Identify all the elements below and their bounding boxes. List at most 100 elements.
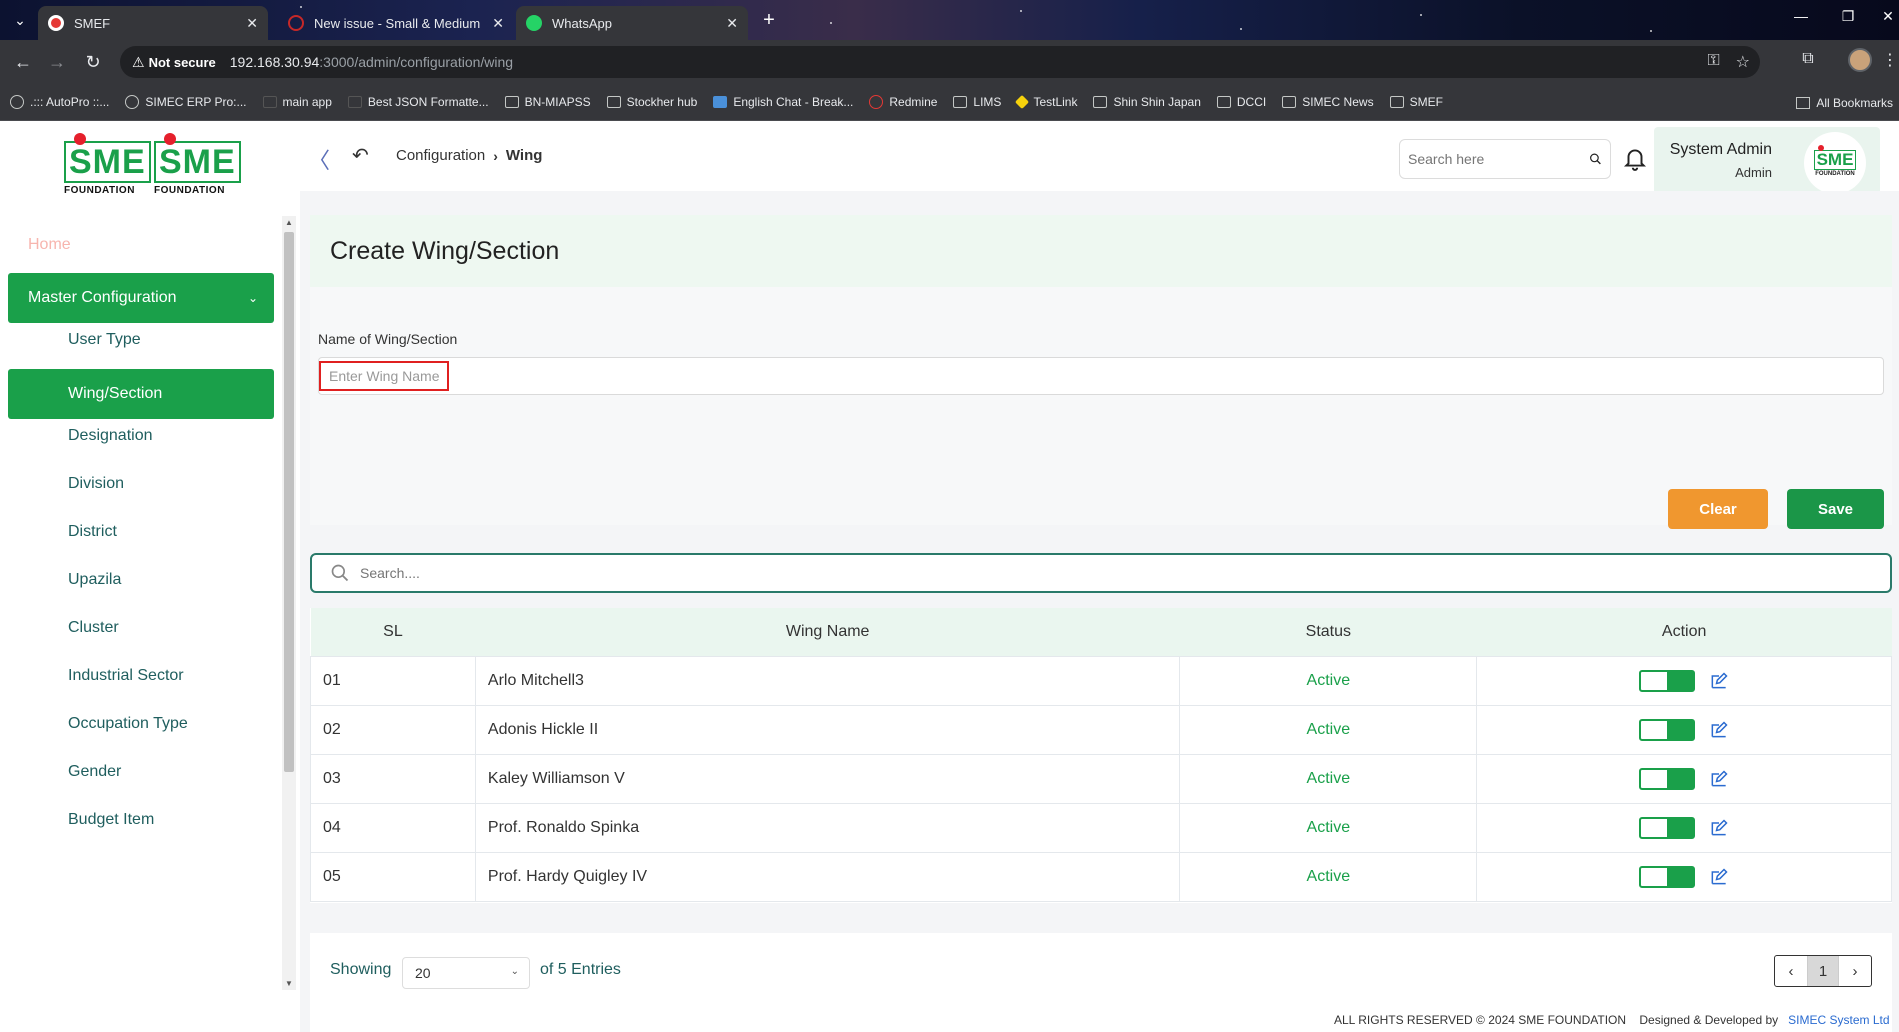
bookmark-folder[interactable]: SIMEC News (1282, 95, 1374, 109)
logo[interactable]: SME FOUNDATION SME FOUNDATION (0, 121, 300, 216)
close-tab-icon[interactable]: ✕ (246, 15, 258, 32)
restore-window-button[interactable]: ❐ (1833, 8, 1863, 25)
developer-link[interactable]: SIMEC System Ltd (1788, 1013, 1889, 1027)
reload-icon[interactable]: ↻ (80, 50, 106, 74)
tab-new-issue[interactable]: New issue - Small & Medium En ✕ (278, 6, 514, 40)
scroll-up-arrow-icon[interactable]: ▲ (285, 218, 293, 227)
breadcrumb-parent[interactable]: Configuration (396, 147, 485, 164)
sidebar-item-designation[interactable]: Designation (68, 427, 153, 445)
undo-back-icon[interactable]: ↶ (352, 143, 369, 168)
password-key-icon[interactable]: ⚿ (1707, 52, 1719, 72)
sidebar-item-division[interactable]: Division (68, 475, 124, 493)
table-search[interactable] (310, 553, 1892, 593)
tab-smef[interactable]: SMEF ✕ (38, 6, 268, 40)
bookmark-item[interactable]: .::: AutoPro ::... (10, 95, 109, 109)
tab-whatsapp[interactable]: WhatsApp ✕ (516, 6, 748, 40)
bookmark-item[interactable]: SIMEC ERP Pro:... (125, 95, 247, 109)
bookmark-item[interactable]: TestLink (1015, 94, 1077, 110)
sidebar-scrollbar[interactable]: ▲ ▼ (282, 216, 296, 990)
sidebar-item-home[interactable]: Home (28, 236, 71, 254)
bookmark-folder[interactable]: Stockher hub (606, 95, 698, 109)
close-tab-icon[interactable]: ✕ (492, 15, 504, 32)
close-tab-icon[interactable]: ✕ (726, 15, 738, 32)
new-tab-button[interactable]: + (757, 8, 781, 32)
bookmark-label: English Chat - Break... (733, 95, 854, 109)
prev-page-button[interactable]: ‹ (1775, 956, 1807, 986)
sidebar-section-master-configuration[interactable]: Master Configuration ⌄ (8, 273, 274, 323)
back-arrow-icon[interactable]: ← (10, 50, 36, 74)
table-search-input[interactable] (360, 565, 1760, 581)
user-menu[interactable]: System Admin Admin SME FOUNDATION (1654, 127, 1880, 199)
bookmark-item[interactable]: Redmine (869, 95, 937, 109)
logo-letters: SME (159, 143, 236, 181)
bookmark-folder[interactable]: SMEF (1389, 95, 1443, 109)
tab-search-button[interactable]: ⌄ (8, 10, 32, 30)
user-name: System Admin (1669, 141, 1772, 158)
header-search-input[interactable] (1408, 151, 1589, 167)
status-toggle[interactable] (1638, 669, 1695, 692)
browser-menu-icon[interactable]: ⋮ (1878, 50, 1899, 70)
sidebar-item-occupation-type[interactable]: Occupation Type (68, 715, 188, 733)
sidebar-item-user-type[interactable]: User Type (68, 331, 141, 349)
sidebar-item-gender[interactable]: Gender (68, 763, 121, 781)
bell-icon[interactable] (1622, 145, 1648, 171)
bookmark-star-icon[interactable]: ☆ (1736, 52, 1750, 72)
scroll-down-arrow-icon[interactable]: ▼ (285, 979, 293, 988)
minimize-window-button[interactable]: — (1786, 8, 1816, 24)
sidebar-item-wing-section[interactable]: Wing/Section (8, 369, 274, 419)
bookmark-label: Best JSON Formatte... (367, 95, 489, 109)
table-header-row: SL Wing Name Status Action (310, 608, 1892, 656)
tab-title: SMEF (74, 15, 111, 31)
save-button[interactable]: Save (1787, 489, 1884, 529)
folder-icon (1216, 96, 1231, 108)
avatar: SME FOUNDATION (1804, 132, 1866, 194)
next-page-button[interactable]: › (1839, 956, 1871, 986)
wing-name-input[interactable]: Enter Wing Name (318, 357, 1884, 395)
url-bar[interactable]: ⚠ Not secure 192.168.30.94 :3000/admin/c… (120, 46, 1760, 78)
collapse-sidebar-icon[interactable]: 〈 (308, 143, 330, 175)
search-icon[interactable] (1589, 148, 1602, 170)
extensions-puzzle-icon[interactable]: ⧉ (1796, 50, 1820, 68)
warning-triangle-icon: ⚠ (132, 53, 145, 70)
sidebar-item-budget-item[interactable]: Budget Item (68, 811, 154, 829)
close-window-button[interactable]: ✕ (1873, 8, 1899, 25)
bookmark-label: BN-MIAPSS (524, 95, 591, 109)
bookmark-item[interactable]: English Chat - Break... (713, 95, 853, 109)
all-bookmarks[interactable]: All Bookmarks (1796, 84, 1893, 120)
sidebar-item-upazila[interactable]: Upazila (68, 571, 121, 589)
entries-count: of 5 Entries (540, 961, 621, 978)
scrollbar-thumb[interactable] (284, 232, 294, 772)
edit-icon[interactable] (1709, 818, 1729, 838)
wing-name-label: Name of Wing/Section (318, 331, 458, 347)
bookmark-folder[interactable]: BN-MIAPSS (504, 95, 591, 109)
whatsapp-favicon-icon (526, 15, 542, 31)
profile-avatar[interactable] (1848, 48, 1872, 72)
status-toggle[interactable] (1638, 718, 1695, 741)
edit-icon[interactable] (1709, 671, 1729, 691)
all-bookmarks-label: All Bookmarks (1816, 95, 1893, 110)
sidebar-item-cluster[interactable]: Cluster (68, 619, 119, 637)
bookmark-folder[interactable]: LIMS (953, 95, 1001, 109)
bookmark-folder[interactable]: DCCI (1216, 95, 1266, 109)
tab-title: WhatsApp (552, 15, 612, 31)
status-toggle[interactable] (1638, 865, 1695, 888)
sidebar-item-district[interactable]: District (68, 523, 117, 541)
not-secure-indicator[interactable]: ⚠ Not secure (132, 54, 216, 71)
edit-icon[interactable] (1709, 720, 1729, 740)
page-number-button[interactable]: 1 (1807, 956, 1839, 986)
status-toggle[interactable] (1638, 767, 1695, 790)
per-page-select[interactable]: 20 ⌄ (402, 957, 530, 989)
forward-arrow-icon[interactable]: → (44, 50, 70, 74)
bookmark-folder[interactable]: Shin Shin Japan (1093, 95, 1201, 109)
bookmark-item[interactable]: main app (262, 95, 332, 109)
header-search[interactable] (1399, 139, 1611, 179)
edit-icon[interactable] (1709, 769, 1729, 789)
bookmark-label: Stockher hub (626, 95, 698, 109)
bookmark-label: Redmine (889, 95, 938, 109)
clear-button[interactable]: Clear (1668, 489, 1768, 529)
sidebar-item-industrial-sector[interactable]: Industrial Sector (68, 667, 184, 685)
status-toggle[interactable] (1638, 816, 1695, 839)
bookmark-label: main app (282, 95, 332, 109)
edit-icon[interactable] (1709, 867, 1729, 887)
bookmark-item[interactable]: Best JSON Formatte... (347, 95, 489, 109)
